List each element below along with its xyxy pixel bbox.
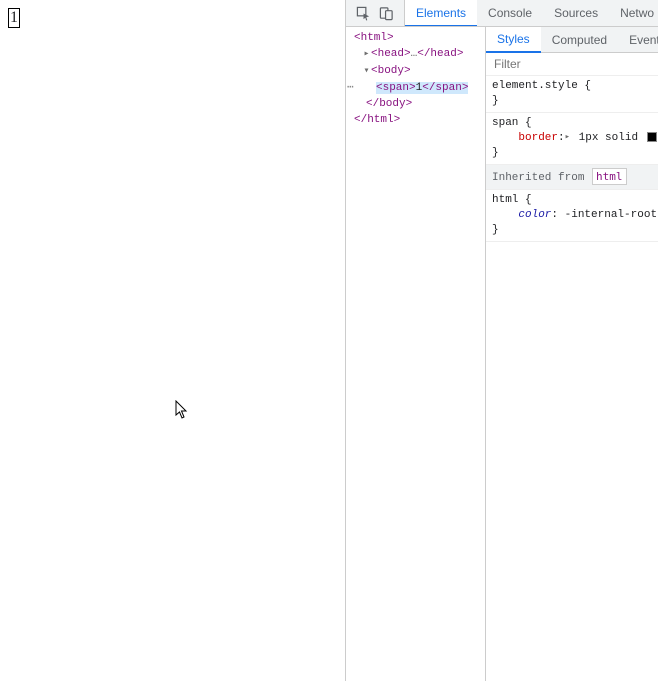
css-rule[interactable]: element.style {} [486,76,658,113]
dom-node[interactable]: </body> [346,96,485,112]
device-toggle-icon[interactable] [379,6,394,21]
css-rule[interactable]: html { color: -internal-root-c} [486,190,658,242]
ellipsis-icon: ⋯ [347,80,353,96]
page-span: 1 [8,8,20,28]
subtab-event-l[interactable]: Event L [618,27,658,52]
mouse-cursor-icon [175,400,191,420]
dom-tree[interactable]: <html>▸<head>…</head>▾<body>⋯<span>1</sp… [346,27,486,681]
inspect-icon[interactable] [356,6,371,21]
dom-node[interactable]: ▾<body> [346,63,485,80]
inherited-section: Inherited from html [486,165,658,190]
devtools: ElementsConsoleSourcesNetwo <html>▸<head… [345,0,658,681]
styles-subtabs: StylesComputedEvent L [486,27,658,53]
css-rule[interactable]: span { border:▸ 1px solid bl} [486,113,658,165]
dom-node[interactable]: ▸<head>…</head> [346,46,485,63]
subtab-styles[interactable]: Styles [486,27,541,53]
css-rules[interactable]: element.style {}span { border:▸ 1px soli… [486,76,658,681]
subtab-computed[interactable]: Computed [541,27,618,52]
tab-sources[interactable]: Sources [543,0,609,26]
filter-row [486,53,658,76]
rendered-page: 1 [0,0,345,681]
tab-elements[interactable]: Elements [405,0,477,27]
filter-input[interactable] [492,56,652,72]
tab-console[interactable]: Console [477,0,543,26]
expand-icon[interactable]: ▸ [565,130,570,145]
color-swatch-icon[interactable] [647,132,657,142]
inherited-tag[interactable]: html [592,168,627,185]
dom-node[interactable]: ⋯<span>1</span> [346,80,485,96]
styles-panel: StylesComputedEvent L element.style {}sp… [486,27,658,681]
devtools-toolbar: ElementsConsoleSourcesNetwo [346,0,658,27]
main-tabs: ElementsConsoleSourcesNetwo [405,0,658,26]
dom-node[interactable]: <html> [346,30,485,46]
tab-netwo[interactable]: Netwo [609,0,658,26]
dom-node[interactable]: </html> [346,112,485,128]
